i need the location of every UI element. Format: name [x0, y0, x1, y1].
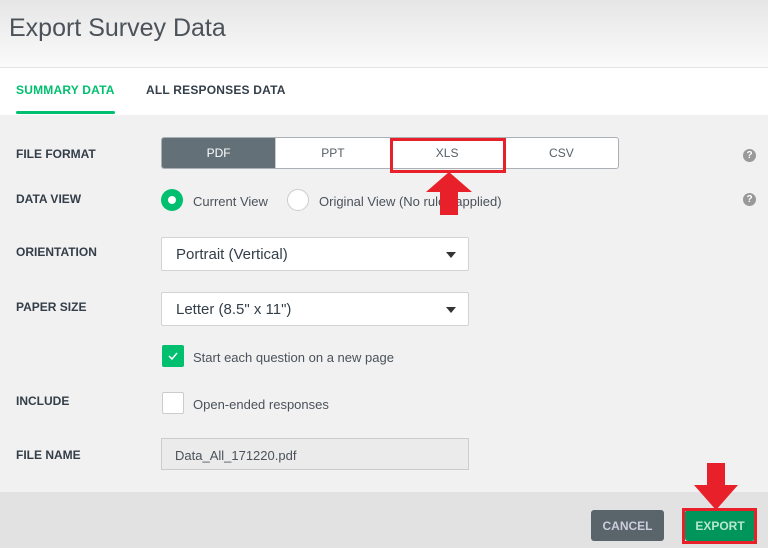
- paper-size-dropdown[interactable]: Letter (8.5" x 11"): [161, 292, 469, 326]
- checkmark-icon: [168, 352, 178, 361]
- help-icon[interactable]: ?: [743, 193, 756, 206]
- annotation-arrow-down-icon: [694, 463, 738, 510]
- file-format-label: FILE FORMAT: [16, 147, 96, 161]
- caret-down-icon: [446, 307, 456, 313]
- format-ppt-button[interactable]: PPT: [275, 138, 389, 168]
- tab-summary-data[interactable]: SUMMARY DATA: [16, 83, 115, 114]
- open-ended-checkbox[interactable]: [162, 392, 184, 414]
- data-view-label: DATA VIEW: [16, 192, 82, 206]
- open-ended-label: Open-ended responses: [193, 397, 329, 412]
- current-view-radio[interactable]: [161, 189, 183, 211]
- include-label: INCLUDE: [16, 394, 70, 408]
- original-view-label: Original View (No rules applied): [319, 194, 502, 209]
- format-pdf-button[interactable]: PDF: [162, 138, 276, 168]
- annotation-arrow-up-icon: [426, 172, 472, 215]
- help-icon[interactable]: ?: [743, 149, 756, 162]
- orientation-value: Portrait (Vertical): [176, 246, 288, 263]
- format-csv-button[interactable]: CSV: [503, 138, 618, 168]
- new-page-label: Start each question on a new page: [193, 350, 394, 365]
- current-view-label: Current View: [193, 194, 268, 209]
- orientation-label: ORIENTATION: [16, 245, 97, 259]
- new-page-checkbox[interactable]: [162, 345, 184, 367]
- cancel-button[interactable]: CANCEL: [591, 510, 664, 541]
- caret-down-icon: [446, 252, 456, 258]
- annotation-highlight-xls: [390, 138, 506, 173]
- orientation-dropdown[interactable]: Portrait (Vertical): [161, 237, 469, 271]
- paper-size-label: PAPER SIZE: [16, 300, 87, 314]
- dialog-header: Export Survey Data: [0, 0, 768, 68]
- file-name-input[interactable]: Data_All_171220.pdf: [161, 438, 469, 470]
- paper-size-value: Letter (8.5" x 11"): [176, 301, 292, 318]
- annotation-highlight-export: [682, 508, 757, 544]
- page-title: Export Survey Data: [9, 14, 226, 42]
- tab-all-responses-data[interactable]: ALL RESPONSES DATA: [146, 83, 286, 97]
- tab-bar: SUMMARY DATA ALL RESPONSES DATA: [0, 68, 768, 115]
- file-name-label: FILE NAME: [16, 448, 81, 462]
- original-view-radio[interactable]: [287, 189, 309, 211]
